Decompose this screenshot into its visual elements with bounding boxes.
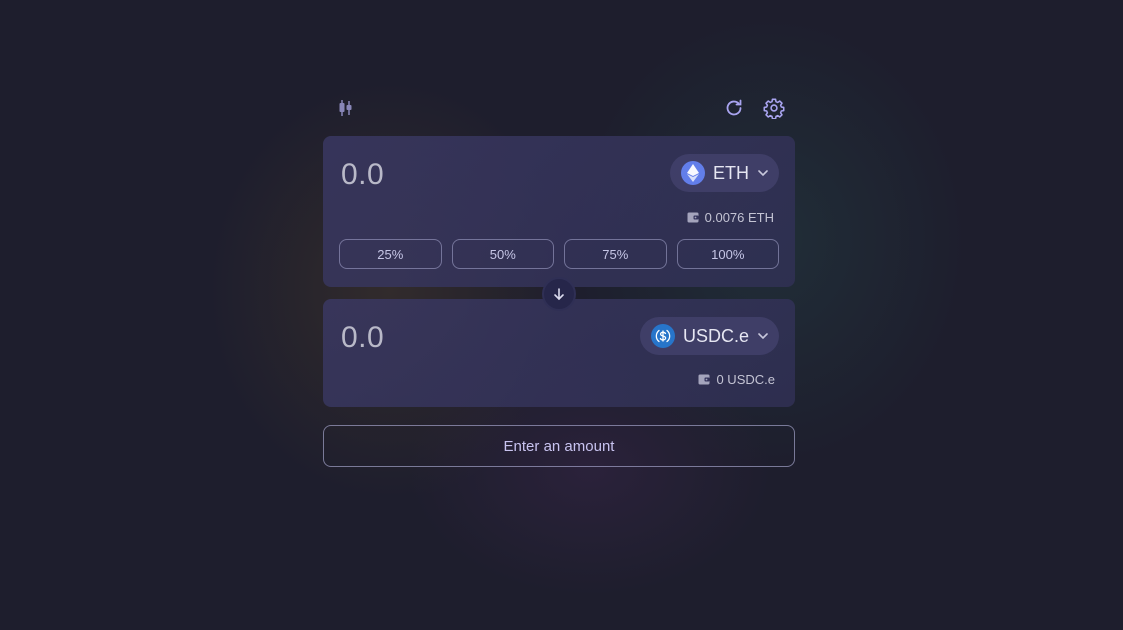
swap-toolbar <box>323 90 795 126</box>
switch-direction-button[interactable] <box>542 277 576 311</box>
to-amount-input[interactable]: 0.0 <box>341 321 384 355</box>
chevron-down-icon <box>758 333 768 340</box>
wallet-icon <box>698 374 710 385</box>
from-amount-input[interactable]: 0.0 <box>341 158 384 192</box>
percent-75-button[interactable]: 75% <box>564 239 667 269</box>
refresh-icon[interactable] <box>723 97 745 119</box>
usdc-logo-icon <box>650 324 675 348</box>
from-token-symbol: ETH <box>713 162 749 183</box>
percent-buttons: 25% 50% 75% 100% <box>339 239 779 269</box>
from-token-selector[interactable]: ETH <box>670 154 779 192</box>
swap-widget: 0.0 ETH 25% 50% 75% 100% 0.0 USDC.e 0 US… <box>323 90 795 467</box>
to-balance: 0 USDC.e <box>698 372 775 387</box>
candlestick-chart-icon[interactable] <box>335 97 357 119</box>
percent-50-button[interactable]: 50% <box>451 239 554 269</box>
chevron-down-icon <box>758 170 768 177</box>
wallet-icon <box>687 212 699 223</box>
to-token-symbol: USDC.e <box>682 325 749 346</box>
to-token-selector[interactable]: USDC.e <box>639 317 779 355</box>
ethereum-logo-icon <box>681 161 705 185</box>
percent-100-button[interactable]: 100% <box>676 239 779 269</box>
arrow-down-icon <box>554 288 564 301</box>
to-balance-value: 0 USDC.e <box>716 372 775 387</box>
gear-icon[interactable] <box>763 97 785 119</box>
to-token-panel: 0.0 USDC.e 0 USDC.e <box>323 299 795 407</box>
enter-amount-button[interactable]: Enter an amount <box>323 425 795 467</box>
from-balance-value: 0.0076 ETH <box>704 210 774 225</box>
from-balance: 0.0076 ETH <box>687 210 774 225</box>
percent-25-button[interactable]: 25% <box>339 239 442 269</box>
